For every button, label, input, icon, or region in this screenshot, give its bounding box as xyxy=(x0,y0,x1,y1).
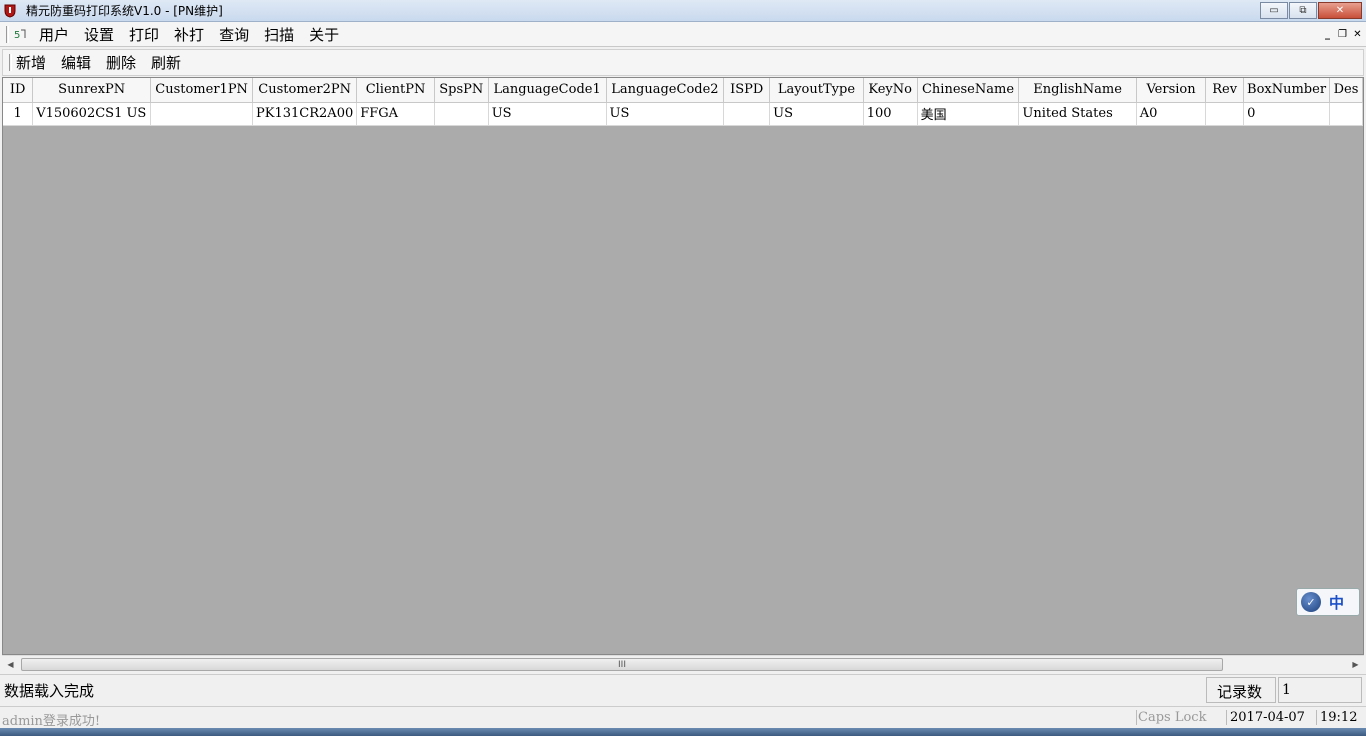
cell-id[interactable]: 1 xyxy=(3,102,34,126)
horizontal-scrollbar[interactable]: ◀ III ▶ xyxy=(2,655,1364,672)
cell-sunrexpn[interactable]: V150602CS1 US xyxy=(32,102,152,126)
ime-toolbar[interactable]: ✓ 中 xyxy=(1296,588,1360,616)
header-row: ID SunrexPN Customer1PN Customer2PN Clie… xyxy=(3,78,1363,103)
cell-chinesename[interactable]: 美国 xyxy=(917,102,1020,126)
col-header[interactable]: ChineseName xyxy=(917,78,1020,103)
col-header[interactable]: ID xyxy=(3,78,34,103)
ime-mode-label[interactable]: 中 xyxy=(1329,592,1344,613)
menu-bar: 5 用户 设置 打印 补打 查询 扫描 关于 _ ❐ ✕ xyxy=(0,22,1366,47)
data-grid: ID SunrexPN Customer1PN Customer2PN Clie… xyxy=(2,77,1364,655)
menu-query[interactable]: 查询 xyxy=(219,24,249,45)
window-title: 精元防重码打印系统V1.0 - [PN维护] xyxy=(26,4,223,18)
col-header[interactable]: Des xyxy=(1329,78,1363,103)
cell-customer2pn[interactable]: PK131CR2A00 xyxy=(252,102,358,126)
minimize-button[interactable]: ▭ xyxy=(1260,2,1288,19)
mdi-child-icon[interactable]: 5 xyxy=(13,26,29,42)
cell-languagecode1[interactable]: US xyxy=(488,102,607,126)
table-row[interactable]: 1 V150602CS1 US PK131CR2A00 FFGA US US U… xyxy=(3,102,1363,126)
col-header[interactable]: LayoutType xyxy=(769,78,864,103)
col-header[interactable]: SunrexPN xyxy=(32,78,152,103)
menu-settings[interactable]: 设置 xyxy=(84,24,114,45)
mdi-restore-button[interactable]: ❐ xyxy=(1336,27,1349,41)
cell-layouttype[interactable]: US xyxy=(769,102,864,126)
col-header[interactable]: Version xyxy=(1136,78,1207,103)
cell-boxnumber[interactable]: 0 xyxy=(1243,102,1330,126)
date-display: 2017-04-07 xyxy=(1226,710,1305,725)
window-controls: ▭ ⧉ ✕ xyxy=(1259,2,1362,19)
maximize-button[interactable]: ⧉ xyxy=(1289,2,1317,19)
toolbar: 新增 编辑 删除 刷新 xyxy=(2,49,1364,76)
cell-englishname[interactable]: United States xyxy=(1018,102,1137,126)
menu-print[interactable]: 打印 xyxy=(129,24,159,45)
status-bar: 数据载入完成 记录数 1 xyxy=(0,674,1366,704)
col-header[interactable]: ISPD xyxy=(723,78,771,103)
record-count-value: 1 xyxy=(1278,677,1362,703)
app-shield-icon xyxy=(4,4,18,18)
col-header[interactable]: Rev xyxy=(1205,78,1245,103)
delete-button[interactable]: 删除 xyxy=(106,52,136,73)
status-message: 数据载入完成 xyxy=(4,682,95,700)
info-bar: admin登录成功! Caps Lock 2017-04-07 19:12 xyxy=(0,706,1366,729)
col-header[interactable]: EnglishName xyxy=(1018,78,1137,103)
close-button[interactable]: ✕ xyxy=(1318,2,1362,19)
cell-des[interactable] xyxy=(1329,102,1363,126)
col-header[interactable]: KeyNo xyxy=(863,78,918,103)
cell-keyno[interactable]: 100 xyxy=(863,102,918,126)
svg-text:5: 5 xyxy=(14,30,20,41)
cell-clientpn[interactable]: FFGA xyxy=(356,102,435,126)
mdi-controls: _ ❐ ✕ xyxy=(1321,27,1364,41)
scroll-thumb[interactable]: III xyxy=(21,658,1223,671)
menu-grip xyxy=(6,25,9,43)
cell-spspn[interactable] xyxy=(434,102,489,126)
time-display: 19:12 xyxy=(1316,710,1357,725)
col-header[interactable]: SpsPN xyxy=(434,78,489,103)
col-header[interactable]: BoxNumber xyxy=(1243,78,1330,103)
menu-reprint[interactable]: 补打 xyxy=(174,24,204,45)
pn-table: ID SunrexPN Customer1PN Customer2PN Clie… xyxy=(3,78,1363,126)
col-header[interactable]: ClientPN xyxy=(356,78,435,103)
taskbar xyxy=(0,728,1366,736)
scroll-left-icon[interactable]: ◀ xyxy=(2,656,19,673)
record-count-label: 记录数 xyxy=(1206,677,1276,703)
menu-scan[interactable]: 扫描 xyxy=(264,24,294,45)
menu-user[interactable]: 用户 xyxy=(39,24,69,45)
cell-languagecode2[interactable]: US xyxy=(606,102,725,126)
edit-button[interactable]: 编辑 xyxy=(61,52,91,73)
col-header[interactable]: Customer2PN xyxy=(252,78,358,103)
cell-rev[interactable] xyxy=(1205,102,1245,126)
col-header[interactable]: Customer1PN xyxy=(150,78,254,103)
mdi-close-button[interactable]: ✕ xyxy=(1351,27,1364,41)
title-bar: 精元防重码打印系统V1.0 - [PN维护] ▭ ⧉ ✕ xyxy=(0,0,1366,22)
add-button[interactable]: 新增 xyxy=(16,52,46,73)
ime-logo-icon[interactable]: ✓ xyxy=(1301,592,1321,612)
cell-version[interactable]: A0 xyxy=(1136,102,1207,126)
scroll-right-icon[interactable]: ▶ xyxy=(1347,656,1364,673)
login-message: admin登录成功! xyxy=(2,714,101,729)
col-header[interactable]: LanguageCode2 xyxy=(606,78,725,103)
refresh-button[interactable]: 刷新 xyxy=(151,52,181,73)
cell-customer1pn[interactable] xyxy=(150,102,254,126)
menu-about[interactable]: 关于 xyxy=(309,24,339,45)
caps-lock-indicator: Caps Lock xyxy=(1136,710,1207,725)
col-header[interactable]: LanguageCode1 xyxy=(488,78,607,103)
mdi-minimize-button[interactable]: _ xyxy=(1321,27,1334,41)
toolbar-grip xyxy=(9,54,12,71)
cell-ispd[interactable] xyxy=(723,102,771,126)
